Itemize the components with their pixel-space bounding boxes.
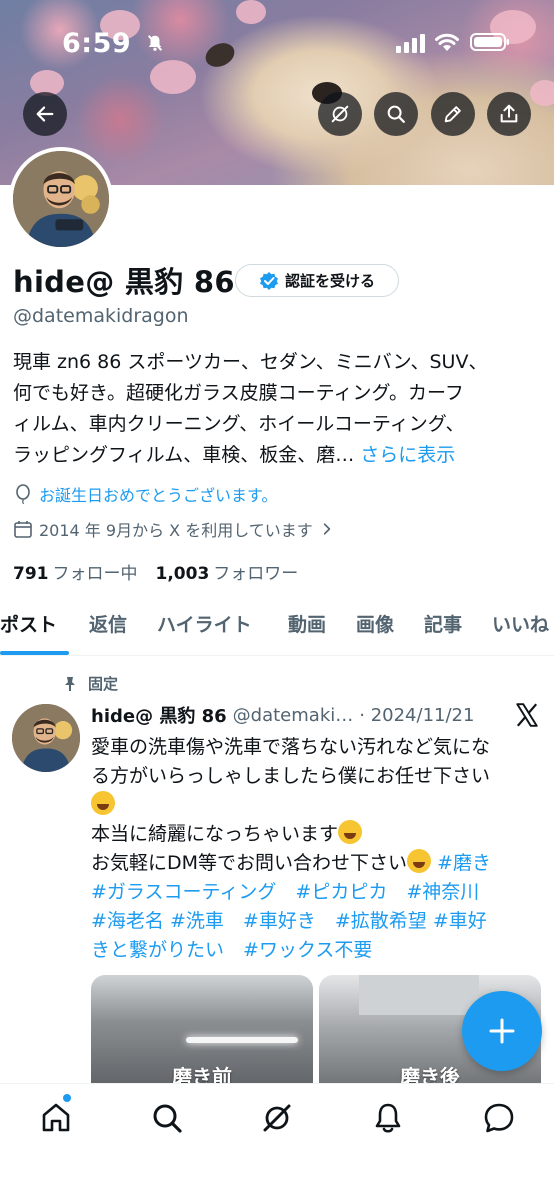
hashtag-link[interactable]: #車好 [433,910,487,932]
bio-line: ラッピングフィルム、車検、板金、磨… [13,444,355,466]
post-text-line: 本当に綺麗になっちゃいます [91,823,339,845]
search-icon [387,105,405,123]
followers-label: フォロワー [213,564,299,584]
post-text-line: 愛車の洗車傷や洗車で落ちない汚れなど気にな [91,736,491,758]
birthday-text[interactable]: お誕生日おめでとうございます。 [39,482,277,506]
tab-posts[interactable]: ポスト [0,610,57,637]
post-author-avatar[interactable] [12,704,80,772]
smiling-face-emoji-icon [407,849,432,873]
follow-stats: 791 フォロー中 1,003 フォロワー [13,559,298,584]
silent-bell-icon [147,35,163,51]
avatar-illustration [12,704,80,772]
bio-line: 現車 zn6 86 スポーツカー、セダン、ミニバン、SUV、 [13,351,488,373]
bio-line: ィルム、車内クリーニング、ホイールコーティング、 [13,413,465,435]
chevron-right-icon [323,523,330,535]
messages-icon [484,1103,514,1133]
tab-images[interactable]: 画像 [356,610,394,637]
share-icon [500,104,518,123]
pin-icon [65,676,75,691]
tab-videos[interactable]: 動画 [288,610,326,637]
hashtag-link[interactable]: #ワックス不要 [243,939,372,961]
post-date[interactable]: · 2024/11/21 [359,705,474,726]
grok-icon [331,105,349,123]
profile-tabs: ポスト 返信 ハイライト 動画 画像 記事 いいね [0,600,554,656]
compose-post-button[interactable] [462,991,542,1071]
joined-row[interactable]: 2014 年 9月から X を利用しています [13,517,335,541]
search-icon [153,1104,182,1133]
following-count: 791 [13,564,49,584]
wifi-icon [435,33,459,51]
edit-button[interactable] [431,92,475,136]
verified-badge-icon [259,271,278,290]
tab-highlights[interactable]: ハイライト [157,610,252,637]
home-icon [42,1103,70,1132]
followers-link[interactable]: 1,003 フォロワー [156,559,299,584]
hashtag-link[interactable]: #磨き [437,852,491,874]
hashtag-link[interactable]: #車好き [243,910,316,932]
grinning-face-emoji-icon [338,820,363,844]
nav-home[interactable] [39,1101,73,1135]
hashtag-link[interactable]: #海老名 [91,910,164,932]
hugging-face-emoji-icon [91,791,115,815]
back-icon [36,106,54,122]
followers-count: 1,003 [155,564,210,584]
search-button[interactable] [374,92,418,136]
tab-likes[interactable]: いいね [492,610,549,637]
profile-bio: 現車 zn6 86 スポーツカー、セダン、ミニバン、SUV、 何でも好き。超硬化… [13,347,541,471]
active-tab-indicator [0,651,69,655]
post-header: hide@ 黒豹 86 @datemaki… · 2024/11/21 [91,702,501,728]
get-verified-label: 認証を受ける [284,272,375,290]
bio-line: 何でも好き。超硬化ガラス皮膜コーティング。カーフ [13,382,464,404]
avatar-illustration [13,151,109,247]
show-more-link[interactable]: さらに表示 [360,444,455,466]
hashtag-link[interactable]: #神奈川 [406,881,479,903]
nav-search[interactable] [150,1101,184,1135]
pinned-label-row: 固定 [62,673,118,694]
hashtag-link[interactable]: #洗車 [170,910,224,932]
profile-handle: @datemakidragon [13,305,189,327]
home-new-content-dot [63,1094,71,1102]
post-author-handle[interactable]: @datemaki… [233,705,354,726]
hashtag-link[interactable]: きと繋がりたい [91,939,224,961]
profile-name-row: hide@ 黒豹 86 [13,262,235,299]
following-link[interactable]: 791 フォロー中 [13,559,138,584]
nav-grok[interactable] [260,1101,294,1135]
get-verified-button[interactable]: 認証を受ける [235,264,399,297]
status-bar: 6:59 [0,0,554,80]
bio-line-last: ラッピングフィルム、車検、板金、磨… さらに表示 [13,440,541,471]
pinned-label: 固定 [88,675,119,693]
post-text: 愛車の洗車傷や洗車で落ちない汚れなど気にな る方がいらっしゃしましたら僕にお任せ… [91,733,541,965]
battery-icon [470,33,509,51]
post-text-line: お気軽にDM等でお問い合わせ下さい [91,852,408,874]
hashtag-link[interactable]: #ガラスコーティング [91,881,276,903]
joined-text: 2014 年 9月から X を利用しています [39,521,313,540]
hashtag-link[interactable]: #拡散希望 [335,910,427,932]
cellular-signal-icon [396,34,425,53]
back-button[interactable] [23,92,67,136]
hashtag-link[interactable]: #ピカピカ [295,881,387,903]
post-media-before[interactable]: 磨き前 [91,975,313,1090]
bottom-navigation [0,1083,554,1200]
status-time: 6:59 [62,28,132,59]
post-text-line: る方がいらっしゃしましたら僕にお任せ下さい [91,765,491,787]
grok-button[interactable] [318,92,362,136]
grok-icon [263,1104,291,1132]
notifications-icon [375,1103,401,1133]
profile-avatar[interactable] [9,147,113,251]
x-logo-icon [516,703,538,727]
profile-name: hide@ 黒豹 86 [13,265,235,299]
nav-notifications[interactable] [371,1101,405,1135]
following-label: フォロー中 [52,564,138,584]
balloon-icon [16,484,30,504]
edit-icon [444,106,461,123]
plus-icon [489,1018,515,1044]
share-button[interactable] [487,92,531,136]
post-author-name[interactable]: hide@ 黒豹 86 [91,702,227,728]
tab-replies[interactable]: 返信 [89,610,127,637]
birthday-row: お誕生日おめでとうございます。 [13,482,277,506]
nav-messages[interactable] [482,1101,516,1135]
calendar-icon [14,521,32,538]
tab-articles[interactable]: 記事 [424,610,462,637]
